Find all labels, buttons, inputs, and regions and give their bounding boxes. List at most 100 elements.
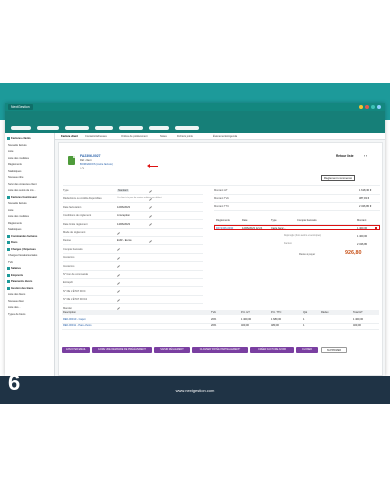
sidebar-item[interactable]: Nouveau titre xyxy=(8,176,23,179)
divider xyxy=(63,286,203,288)
menu-item-3[interactable] xyxy=(65,126,89,130)
payments-summary-label: Déjà réglé (hors avoirs et acomptes) xyxy=(284,235,322,237)
edit-pencil-icon[interactable] xyxy=(117,256,120,260)
sidebar-item[interactable]: Charges fiscales/sociales xyxy=(8,254,37,257)
sidebar-item-label: TVA xyxy=(8,260,13,264)
sidebar-item[interactable]: Règlements xyxy=(8,222,22,225)
edit-pencil-icon[interactable] xyxy=(149,189,152,193)
alert-icon[interactable] xyxy=(365,105,369,109)
sidebar-section-icon xyxy=(7,267,10,270)
line-product-link[interactable]: REF-00011 - Pare-chocs xyxy=(63,324,92,327)
edit-pencil-icon[interactable] xyxy=(149,198,152,201)
tab-5[interactable]: Fichiers joints xyxy=(177,135,193,138)
edit-pencil-icon[interactable] xyxy=(117,248,120,252)
sidebar-item[interactable]: Liste xyxy=(8,209,13,212)
divider xyxy=(63,278,203,279)
sidebar-item[interactable]: Nouvelle facture xyxy=(8,202,27,205)
notification-icon[interactable] xyxy=(359,105,363,109)
sidebar-item[interactable]: Charges | Dépenses xyxy=(7,247,36,251)
sidebar-item[interactable]: Types de biens xyxy=(8,313,25,316)
divider xyxy=(63,210,203,212)
menu-item-1[interactable] xyxy=(11,126,31,130)
sidebar-item-label: Dons xyxy=(11,241,18,245)
tab-2[interactable]: Contacts/Adresses xyxy=(85,135,107,138)
payments-summary-value: 1 400,00 xyxy=(357,235,368,238)
action-button[interactable]: CLASSER 'PAYÉE PARTIELLEMENT' xyxy=(192,347,248,353)
sidebar-item[interactable]: Liste des biens xyxy=(8,293,25,296)
edit-pencil-icon[interactable] xyxy=(117,231,120,235)
project-icon[interactable]: ⌂ ✎ xyxy=(80,167,84,170)
edit-pencil-icon[interactable] xyxy=(149,223,152,226)
tab-1[interactable]: Facture client xyxy=(61,135,78,138)
sidebar-item[interactable]: Nouveau bien xyxy=(8,300,24,303)
user-icon[interactable] xyxy=(371,105,375,109)
company-link[interactable]: BORNADOIS (Autre facture) xyxy=(80,163,113,166)
sidebar-item[interactable]: Statistiques xyxy=(8,228,21,231)
menu-item-6[interactable] xyxy=(149,126,169,130)
tab-3[interactable]: Ordres de prélèvement xyxy=(121,135,148,138)
sidebar-item[interactable]: Suivi des créances client xyxy=(8,183,37,186)
sidebar-item[interactable]: Salaires xyxy=(7,267,21,270)
action-button[interactable]: FAIRE UNE DEMANDE DE PRÉLÈVEMENT xyxy=(92,347,152,353)
sidebar-item-label: Nouveau titre xyxy=(8,176,24,179)
action-button[interactable]: SAISIR RÈGLEMENT xyxy=(154,347,190,353)
action-button[interactable]: CLONER xyxy=(296,347,318,353)
sidebar-item[interactable]: Liste des modèles xyxy=(8,157,29,160)
edit-pencil-icon[interactable] xyxy=(149,240,152,243)
edit-pencil-icon[interactable] xyxy=(117,282,120,285)
line-cell: 400,00 xyxy=(241,324,249,327)
sidebar-item[interactable]: Factures fournisseur xyxy=(7,195,37,199)
ref-client[interactable]: Réf. client xyxy=(80,159,92,162)
sidebar-section-icon xyxy=(7,286,10,290)
sidebar-item[interactable]: Emprunts xyxy=(7,273,23,277)
sidebar-item[interactable]: Gestion des biens xyxy=(7,286,33,290)
lines-header-cell: TVA xyxy=(211,310,216,314)
tab-4[interactable]: Notes xyxy=(160,135,167,138)
edit-pencil-icon[interactable] xyxy=(117,298,120,302)
line-cell: 400,00 xyxy=(353,324,361,327)
payments-header: Montant xyxy=(357,219,367,222)
divider xyxy=(214,202,380,203)
edit-pencil-icon[interactable] xyxy=(117,290,120,294)
divider xyxy=(63,194,203,195)
edit-pencil-icon[interactable] xyxy=(149,214,152,218)
sidebar-item[interactable]: Commandes factures xyxy=(7,234,37,238)
action-button[interactable]: ENVOYER EMAIL xyxy=(62,347,90,353)
step-number: 6 xyxy=(8,370,21,395)
action-button[interactable]: CRÉER FACTURE AVOIR xyxy=(250,347,294,353)
action-button[interactable]: SUPPRIMER xyxy=(321,347,347,353)
line-product-link[interactable]: REF-00010 - Capot xyxy=(63,318,86,321)
menu-item-4[interactable] xyxy=(95,126,113,130)
invoice-ref: FA2306-0027 xyxy=(80,154,101,158)
sidebar-item[interactable]: Règlements xyxy=(8,163,22,166)
menu-item-2[interactable] xyxy=(37,126,59,130)
sidebar-item[interactable]: Factures clients xyxy=(7,137,31,140)
menu-item-7[interactable] xyxy=(175,126,199,130)
sidebar-item[interactable]: Statistiques xyxy=(8,170,21,173)
website-url[interactable]: www.nextgestion.com xyxy=(0,388,390,393)
pager-arrows-icon[interactable]: ‹ › xyxy=(364,154,367,158)
sidebar-item[interactable]: Liste des modèles xyxy=(8,215,29,218)
sidebar-item[interactable]: TVA xyxy=(8,261,13,264)
divider xyxy=(63,227,203,229)
sidebar-item[interactable]: Liste des suivis de cré... xyxy=(8,189,36,192)
edit-pencil-icon[interactable] xyxy=(117,273,120,277)
sidebar-item[interactable]: Paiements divers xyxy=(7,280,32,283)
sidebar-item[interactable]: Liste xyxy=(8,150,13,153)
menu-item-5[interactable] xyxy=(119,126,143,130)
sidebar-section-icon xyxy=(7,280,10,283)
edit-pencil-icon[interactable] xyxy=(117,265,120,268)
tab-6[interactable]: Événements/Agenda xyxy=(213,135,237,138)
pointer-arrow-icon xyxy=(147,164,158,168)
sidebar-section-icon xyxy=(7,195,10,199)
sidebar-item-label: Types de biens xyxy=(8,312,26,316)
edit-pencil-icon[interactable] xyxy=(149,206,152,210)
settings-icon[interactable] xyxy=(377,105,381,109)
sidebar-item[interactable]: Dons xyxy=(7,241,17,244)
brand-logo[interactable]: NextGestion xyxy=(8,104,33,110)
sidebar-item[interactable]: Liste des... xyxy=(8,306,21,309)
field-label: Type xyxy=(63,189,69,192)
sidebar-item[interactable]: Nouvelle facture xyxy=(8,144,27,147)
back-to-list-link[interactable]: Retour liste xyxy=(336,154,354,158)
field-label: Devise xyxy=(63,239,71,243)
